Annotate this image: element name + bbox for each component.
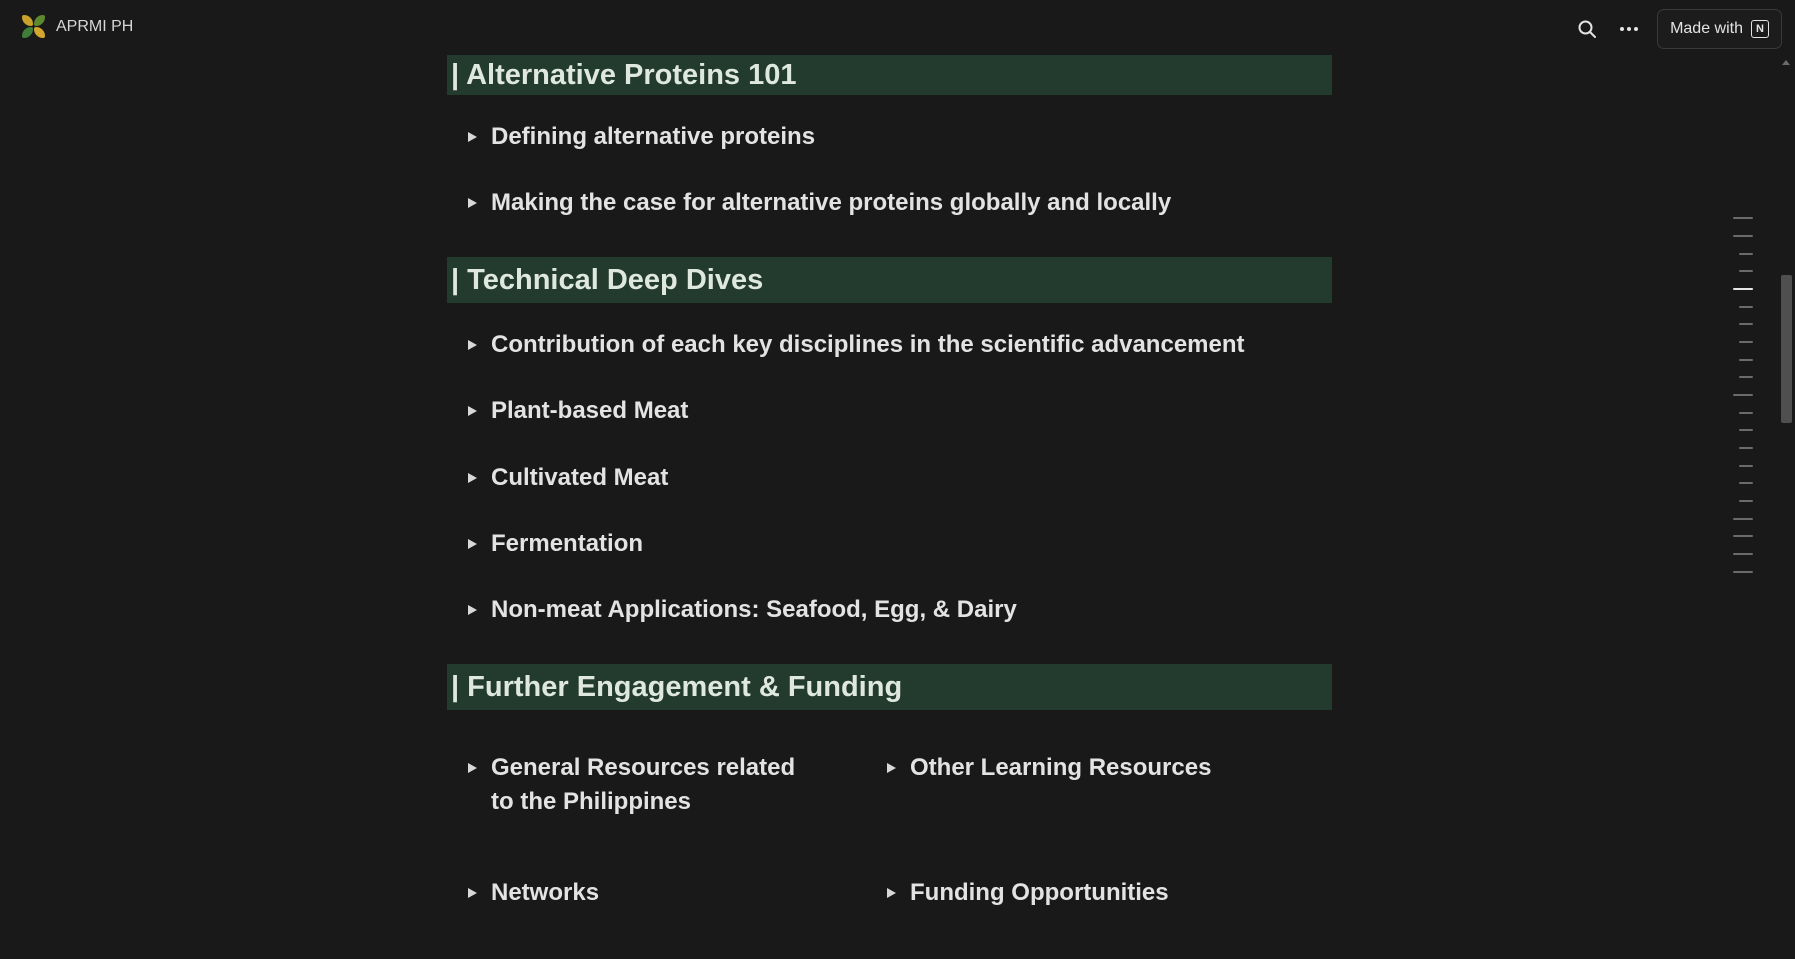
toggle-general-resources-philippines[interactable]: General Resources related to the Philipp… (453, 751, 795, 819)
toggle-arrow-icon[interactable] (453, 120, 491, 142)
toggle-arrow-icon[interactable] (453, 461, 491, 483)
toggle-making-the-case[interactable]: Making the case for alternative proteins… (453, 186, 1171, 220)
made-with-label: Made with (1670, 20, 1743, 37)
toc-entry[interactable] (1739, 359, 1753, 361)
toggle-arrow-icon[interactable] (453, 186, 491, 208)
toc-entry[interactable] (1739, 270, 1753, 272)
toc-entry[interactable] (1733, 217, 1753, 219)
toggle-other-learning-resources[interactable]: Other Learning Resources (872, 751, 1211, 785)
more-horizontal-icon (1620, 27, 1639, 31)
toc-entry[interactable] (1733, 535, 1753, 537)
made-with-notion-button[interactable]: Made with N (1657, 9, 1782, 49)
toggle-label: Funding Opportunities (910, 879, 1169, 906)
toc-entry[interactable] (1739, 482, 1753, 484)
toc-entry[interactable] (1733, 518, 1753, 520)
toggle-defining-alternative-proteins[interactable]: Defining alternative proteins (453, 120, 815, 154)
more-button[interactable] (1615, 15, 1643, 43)
section-heading-technical-deep-dives: | Technical Deep Dives (447, 257, 1332, 303)
toc-entry[interactable] (1739, 447, 1753, 449)
toc-entry[interactable] (1733, 394, 1753, 396)
section-heading-alternative-proteins: | Alternative Proteins 101 (447, 55, 1332, 95)
toc-entry[interactable] (1733, 571, 1753, 573)
scrollbar[interactable] (1778, 56, 1795, 959)
toc-entry[interactable] (1739, 323, 1753, 325)
search-icon (1578, 20, 1597, 38)
toggle-label: Making the case for alternative proteins… (491, 189, 1172, 216)
toc-entry[interactable] (1733, 235, 1753, 237)
notion-icon: N (1751, 20, 1769, 38)
top-bar: APRMI PH Made with N (0, 0, 1795, 56)
toggle-arrow-icon[interactable] (453, 394, 491, 416)
toc-entry[interactable] (1739, 412, 1753, 414)
toggle-fermentation[interactable]: Fermentation (453, 527, 643, 561)
toggle-label: Non-meat Applications: Seafood, Egg, & D… (491, 596, 1017, 623)
workspace-name: APRMI PH (56, 18, 134, 35)
toc-entry[interactable] (1739, 341, 1753, 343)
toc-entry[interactable] (1739, 500, 1753, 502)
toc-entry[interactable] (1739, 253, 1753, 255)
toggle-label: Fermentation (491, 530, 644, 557)
scroll-up-arrow-icon[interactable] (1782, 60, 1790, 65)
toc-entry-active[interactable] (1733, 288, 1753, 290)
toggle-contribution-key-disciplines[interactable]: Contribution of each key disciplines in … (453, 328, 1245, 362)
toc-entry[interactable] (1739, 465, 1753, 467)
toggle-label: General Resources related to the Philipp… (491, 751, 795, 819)
toggle-non-meat-applications[interactable]: Non-meat Applications: Seafood, Egg, & D… (453, 593, 1017, 627)
toggle-plant-based-meat[interactable]: Plant-based Meat (453, 394, 688, 428)
toggle-arrow-icon[interactable] (453, 876, 491, 898)
toggle-label-line: to the Philippines (491, 788, 692, 815)
toggle-label: Defining alternative proteins (491, 123, 816, 150)
toggle-cultivated-meat[interactable]: Cultivated Meat (453, 461, 668, 495)
toc-entry[interactable] (1739, 376, 1753, 378)
toggle-arrow-icon[interactable] (872, 751, 910, 773)
toggle-networks[interactable]: Networks (453, 876, 599, 910)
toggle-arrow-icon[interactable] (872, 876, 910, 898)
toggle-label: Cultivated Meat (491, 464, 669, 491)
scrollbar-thumb[interactable] (1781, 275, 1792, 423)
toggle-label: Other Learning Resources (910, 754, 1212, 781)
top-actions: Made with N (1573, 9, 1782, 49)
toggle-label-line: General Resources related (491, 754, 796, 781)
aprmi-logo-icon (22, 15, 46, 39)
toggle-arrow-icon[interactable] (453, 593, 491, 615)
toc-entry[interactable] (1733, 553, 1753, 555)
toggle-arrow-icon[interactable] (453, 328, 491, 350)
section-heading-further-engagement: | Further Engagement & Funding (447, 664, 1332, 710)
toggle-funding-opportunities[interactable]: Funding Opportunities (872, 876, 1169, 910)
toggle-label: Plant-based Meat (491, 397, 689, 424)
toggle-arrow-icon[interactable] (453, 751, 491, 773)
toggle-label: Contribution of each key disciplines in … (491, 331, 1245, 358)
toggle-arrow-icon[interactable] (453, 527, 491, 549)
toc-entry[interactable] (1739, 429, 1753, 431)
search-button[interactable] (1573, 15, 1601, 43)
workspace-brand[interactable]: APRMI PH (22, 15, 133, 39)
toggle-label: Networks (491, 879, 600, 906)
toc-entry[interactable] (1739, 306, 1753, 308)
